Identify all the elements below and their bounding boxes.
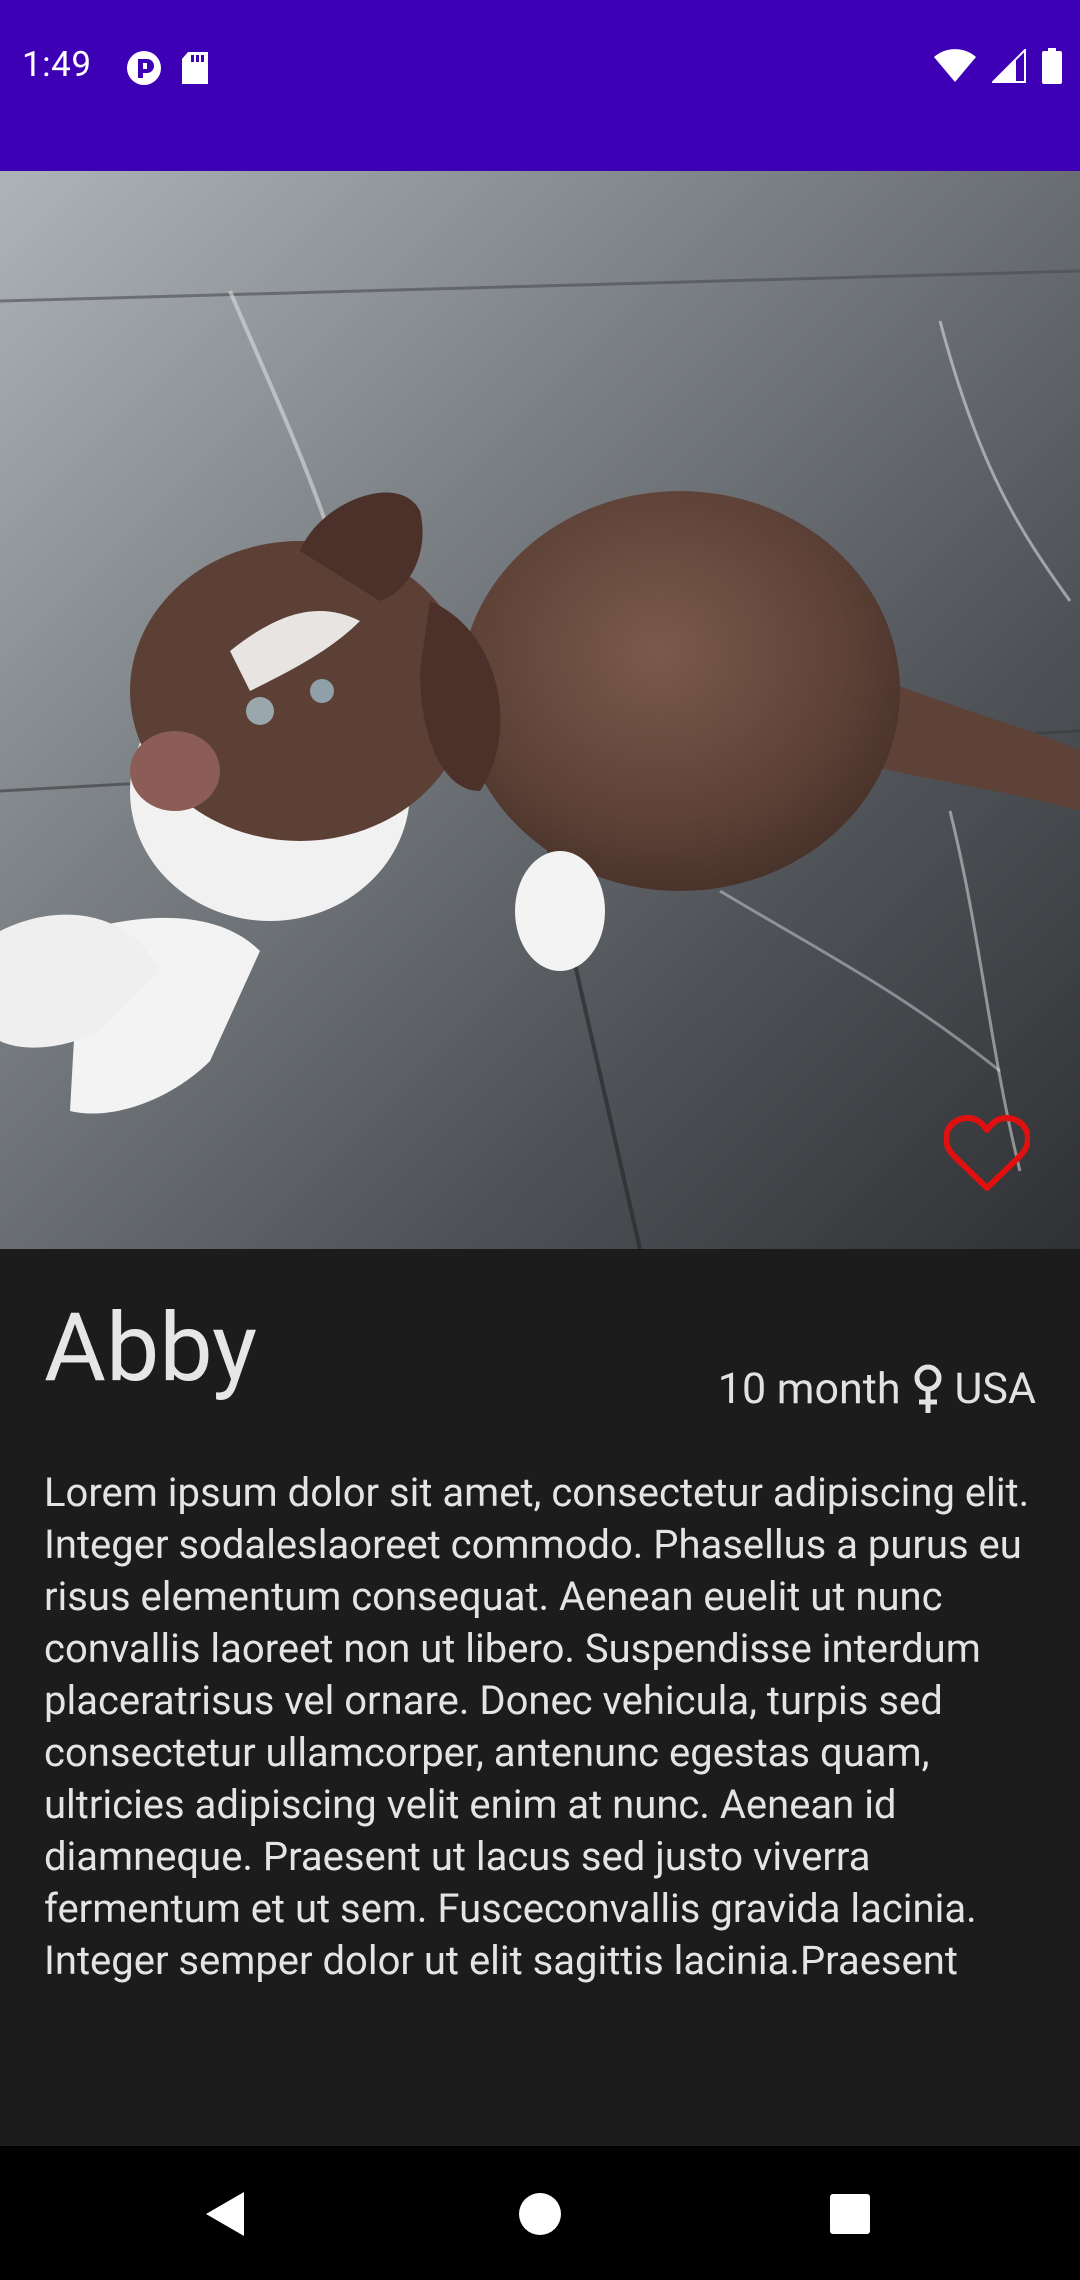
recents-icon[interactable] <box>822 2186 878 2242</box>
puppy-photo <box>0 171 1080 1249</box>
pet-meta: 10 month USA <box>718 1363 1036 1415</box>
status-bar: 1:49 <box>0 0 1080 171</box>
pet-description: Lorem ipsum dolor sit amet, consectetur … <box>44 1469 1030 1984</box>
pet-details: Abby 10 month USA Lorem ipsum dolor sit … <box>0 1249 1080 2146</box>
back-icon[interactable] <box>198 2186 254 2242</box>
female-icon <box>914 1364 942 1413</box>
home-icon[interactable] <box>512 2186 568 2242</box>
cell-signal-icon <box>992 49 1026 83</box>
heart-outline-icon[interactable] <box>944 1114 1030 1194</box>
battery-icon <box>1042 48 1062 84</box>
navigation-bar <box>0 2146 1080 2280</box>
pet-name: Abby <box>44 1293 258 1404</box>
pocket-casts-icon <box>127 51 161 85</box>
wifi-icon <box>934 49 976 82</box>
sd-card-icon <box>182 52 208 84</box>
pet-location: USA <box>954 1364 1036 1414</box>
status-time: 1:49 <box>22 44 92 85</box>
pet-age: 10 month <box>717 1364 901 1414</box>
